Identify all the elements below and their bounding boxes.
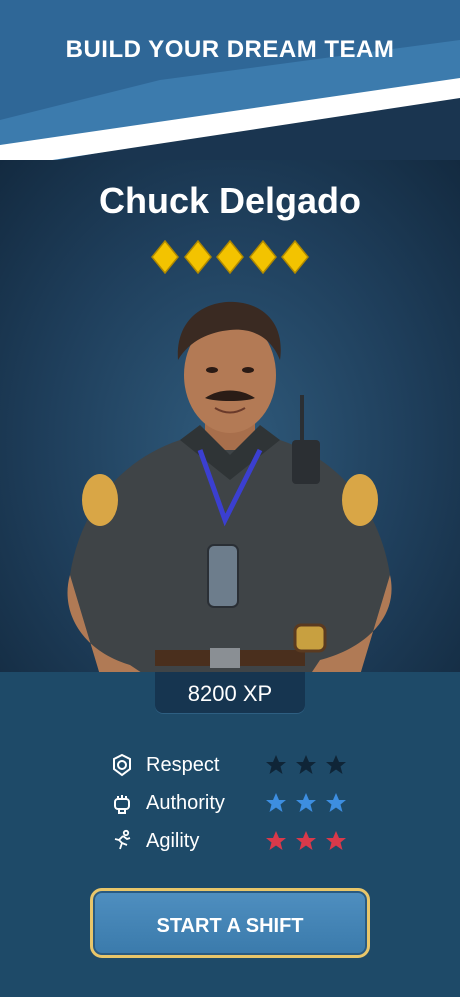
- character-portrait: [67, 301, 392, 675]
- star-icon: [266, 755, 286, 774]
- diamond-icon: [281, 240, 309, 274]
- star-rating-agility: [264, 829, 348, 853]
- star-rating-respect: [264, 753, 348, 777]
- star-icon: [296, 755, 316, 774]
- diamond-icon: [151, 240, 179, 274]
- badge-icon: [113, 753, 131, 777]
- stat-label-authority: Authority: [146, 791, 225, 814]
- stat-row-authority: Authority: [110, 788, 370, 818]
- diamond-icon: [183, 240, 212, 274]
- stat-label-agility: Agility: [146, 829, 200, 852]
- start-shift-button[interactable]: START A SHIFT: [90, 888, 370, 958]
- star-rating-authority: [264, 791, 348, 815]
- rank-diamonds: [150, 240, 310, 274]
- diamond-icon: [216, 240, 244, 274]
- runner-icon: [114, 829, 131, 850]
- star-icon: [326, 793, 346, 812]
- star-icon: [296, 793, 316, 812]
- star-icon: [266, 831, 286, 850]
- page-title: BUILD YOUR DREAM TEAM: [65, 36, 395, 63]
- xp-badge: 8200 XP: [155, 672, 305, 714]
- star-icon: [326, 755, 346, 774]
- star-icon: [266, 793, 286, 812]
- star-icon: [326, 831, 346, 850]
- fist-icon: [114, 795, 130, 814]
- diamond-icon: [248, 240, 277, 274]
- star-icon: [296, 831, 316, 850]
- stat-row-agility: Agility: [110, 826, 370, 856]
- character-name: Chuck Delgado: [98, 180, 362, 221]
- stat-label-respect: Respect: [146, 753, 220, 776]
- stat-row-respect: Respect: [110, 750, 370, 780]
